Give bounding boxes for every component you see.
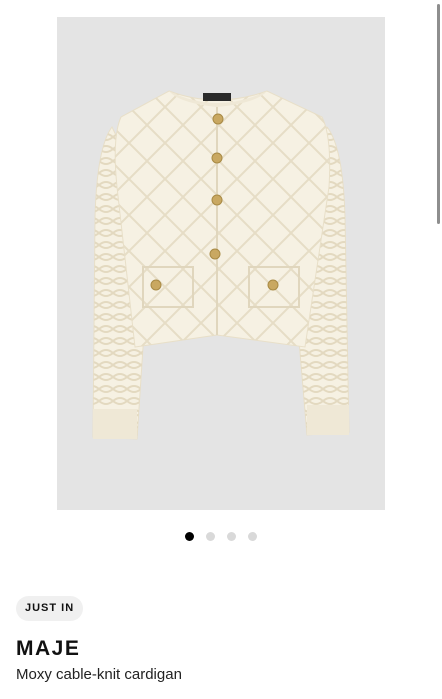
brand-name[interactable]: MAJE: [16, 637, 80, 661]
product-title: Moxy cable-knit cardigan: [16, 666, 182, 683]
carousel-dot-2[interactable]: [206, 532, 215, 541]
product-image[interactable]: [57, 17, 385, 510]
product-page: JUST IN MAJE Moxy cable-knit cardigan: [0, 0, 442, 699]
carousel-dot-1[interactable]: [185, 532, 194, 541]
carousel-dots: [0, 532, 442, 541]
just-in-badge: JUST IN: [16, 596, 84, 621]
cardigan-illustration: [92, 90, 350, 440]
carousel-dot-3[interactable]: [227, 532, 236, 541]
carousel-dot-4[interactable]: [248, 532, 257, 541]
scrollbar[interactable]: [437, 4, 440, 224]
